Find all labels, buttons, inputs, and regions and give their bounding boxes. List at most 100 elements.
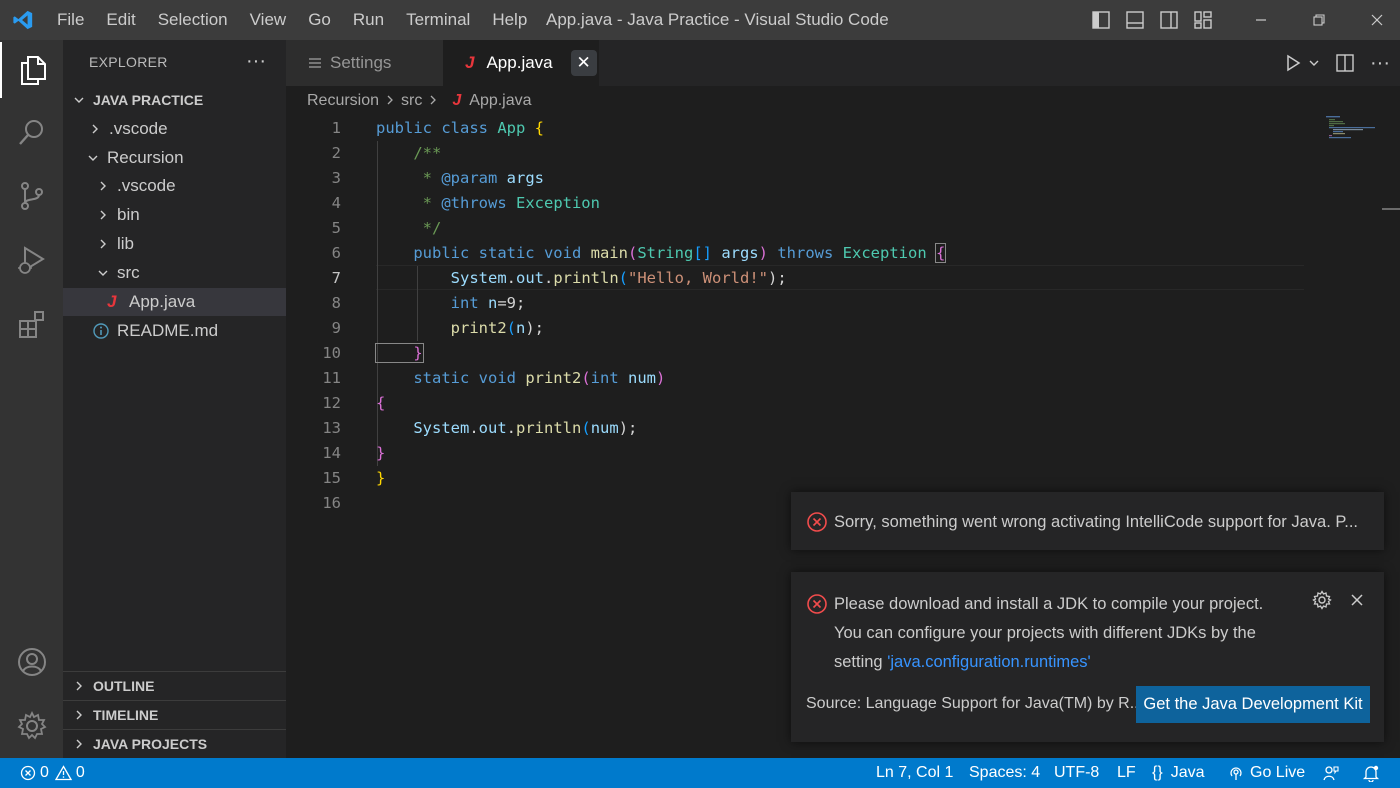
braces-icon: {} — [1152, 764, 1163, 781]
menu-bar: File Edit Selection View Go Run Terminal… — [46, 0, 538, 40]
editor-actions: ··· — [1284, 40, 1390, 86]
extensions-icon[interactable] — [0, 296, 63, 352]
notification-message-line: Please download and install a JDK to com… — [834, 595, 1264, 613]
customize-layout-icon[interactable] — [1186, 0, 1220, 40]
explorer-more-actions-icon[interactable]: ··· — [246, 50, 266, 73]
chevron-right-icon — [71, 738, 87, 750]
account-icon[interactable] — [0, 634, 63, 690]
notification-body: Please download and install a JDK to com… — [834, 590, 1263, 677]
tab-label: App.java — [486, 53, 553, 72]
tree-item-readme[interactable]: README.md — [63, 317, 286, 345]
outline-section-label: OUTLINE — [93, 678, 155, 694]
title-controls — [1084, 0, 1400, 40]
problems-indicator[interactable]: 0 0 — [20, 758, 85, 788]
chevron-down-icon — [71, 94, 87, 106]
notifications-bell-icon[interactable] — [1362, 758, 1380, 788]
java-file-icon: J — [107, 292, 117, 311]
explorer-icon[interactable] — [0, 42, 63, 98]
notification-intellicode-error: Sorry, something went wrong activating I… — [791, 492, 1384, 550]
close-tab-icon[interactable]: ✕ — [570, 50, 597, 76]
workspace-root[interactable]: JAVA PRACTICE — [63, 86, 286, 114]
vertical-scrollbar-thumb[interactable] — [1382, 208, 1400, 210]
code-line: } — [375, 343, 424, 363]
tab-settings[interactable]: Settings — [286, 40, 443, 86]
line-number: 6 — [331, 244, 341, 262]
split-editor-icon[interactable] — [1336, 54, 1354, 72]
menu-edit[interactable]: Edit — [95, 0, 146, 40]
source-control-icon[interactable] — [0, 168, 63, 224]
indentation[interactable]: Spaces: 4 — [969, 758, 1040, 788]
code-line: /** — [376, 144, 442, 162]
close-window-button[interactable] — [1354, 0, 1400, 40]
line-number-current: 7 — [331, 269, 341, 287]
toggle-primary-sidebar-icon[interactable] — [1084, 0, 1118, 40]
feedback-icon[interactable] — [1322, 758, 1340, 788]
error-count: 0 — [40, 764, 49, 781]
error-icon — [806, 511, 828, 533]
tree-item-src[interactable]: src — [63, 259, 286, 287]
line-number: 11 — [322, 369, 341, 387]
code-line: } — [376, 444, 386, 462]
get-java-development-kit-button[interactable]: Get the Java Development Kit — [1136, 686, 1370, 723]
minimize-button[interactable] — [1238, 0, 1284, 40]
manage-gear-icon[interactable] — [0, 698, 63, 754]
breadcrumb-item[interactable]: Recursion — [307, 92, 379, 110]
menu-help[interactable]: Help — [481, 0, 538, 40]
notification-message-line: You can configure your projects with dif… — [834, 624, 1256, 642]
toggle-secondary-sidebar-icon[interactable] — [1152, 0, 1186, 40]
code-line: public class App { — [376, 119, 544, 137]
search-icon[interactable] — [0, 104, 63, 160]
menu-go[interactable]: Go — [297, 0, 342, 40]
cursor-position[interactable]: Ln 7, Col 1 — [876, 758, 953, 788]
java-file-icon: J — [465, 53, 475, 72]
outline-section[interactable]: OUTLINE — [63, 671, 286, 700]
chevron-right-icon — [428, 92, 438, 110]
settings-list-icon — [308, 56, 322, 70]
line-number: 15 — [322, 469, 341, 487]
tree-item-label: src — [117, 263, 140, 282]
workspace-root-label: JAVA PRACTICE — [93, 92, 204, 108]
chevron-right-icon — [95, 180, 111, 192]
line-number: 13 — [322, 419, 341, 437]
run-debug-icon[interactable] — [0, 232, 63, 288]
menu-file[interactable]: File — [46, 0, 95, 40]
breadcrumb-item[interactable]: src — [401, 92, 422, 110]
timeline-section[interactable]: TIMELINE — [63, 700, 286, 729]
runtimes-setting-link[interactable]: 'java.configuration.runtimes' — [887, 653, 1091, 671]
breadcrumb-item[interactable]: App.java — [469, 92, 531, 110]
tree-item-app-java[interactable]: J App.java — [63, 288, 286, 316]
java-file-icon: J — [452, 92, 462, 109]
notification-settings-gear-icon[interactable] — [1312, 590, 1332, 610]
java-projects-section[interactable]: JAVA PROJECTS — [63, 729, 286, 758]
chevron-right-icon — [71, 680, 87, 692]
tree-item-vscode[interactable]: .vscode — [63, 115, 286, 143]
menu-view[interactable]: View — [239, 0, 298, 40]
run-java-icon[interactable] — [1284, 54, 1302, 72]
tree-item-label: bin — [117, 205, 140, 224]
tree-item-label: .vscode — [117, 176, 176, 195]
end-of-line[interactable]: LF — [1117, 758, 1136, 788]
menu-selection[interactable]: Selection — [147, 0, 239, 40]
vscode-logo-icon — [0, 0, 46, 40]
menu-run[interactable]: Run — [342, 0, 395, 40]
window-title: App.java - Java Practice - Visual Studio… — [546, 10, 889, 29]
go-live-button[interactable]: Go Live — [1228, 758, 1305, 788]
notification-close-icon[interactable] — [1350, 593, 1364, 607]
language-mode[interactable]: {} Java — [1152, 758, 1204, 788]
menu-terminal[interactable]: Terminal — [395, 0, 481, 40]
tree-item-bin[interactable]: bin — [63, 201, 286, 229]
encoding[interactable]: UTF-8 — [1054, 758, 1099, 788]
tree-item-lib[interactable]: lib — [63, 230, 286, 258]
line-number: 5 — [331, 219, 341, 237]
tree-item-label: .vscode — [109, 119, 168, 138]
tree-item-recursion[interactable]: Recursion — [63, 144, 286, 172]
language-label: Java — [1170, 764, 1205, 781]
tab-app-java[interactable]: J App.java ✕ — [443, 40, 599, 86]
chevron-down-icon[interactable] — [1308, 57, 1320, 69]
tree-item-recursion-vscode[interactable]: .vscode — [63, 172, 286, 200]
code-line: { — [376, 394, 386, 412]
toggle-panel-icon[interactable] — [1118, 0, 1152, 40]
more-actions-icon[interactable]: ··· — [1370, 52, 1390, 75]
restore-button[interactable] — [1296, 0, 1342, 40]
line-number: 12 — [322, 394, 341, 412]
